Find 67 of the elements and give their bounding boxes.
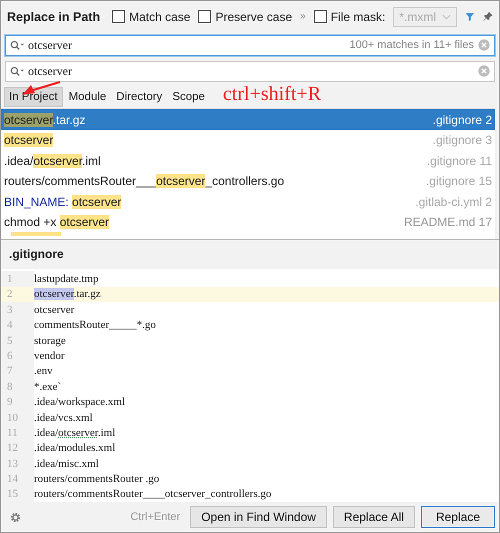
line-number: 3 (1, 302, 34, 318)
code-line: otcserver.tar.gz (34, 288, 101, 300)
search-field[interactable]: otcserver 100+ matches in 11+ files (5, 34, 495, 56)
result-text: chmod +x otcserver (4, 215, 110, 230)
result-row[interactable]: otcserver.tar.gz .gitignore 2 (1, 109, 495, 130)
caret-icon (442, 14, 452, 20)
code-line: vendor (34, 350, 65, 362)
line-number: 15 (1, 486, 34, 502)
code-line: .env (34, 365, 53, 378)
code-line: .idea/modules.xml (34, 442, 116, 454)
result-row[interactable]: BIN_NAME: otcserver .gitlab-ci.yml 2 (1, 191, 495, 212)
result-location: README.md 17 (404, 215, 492, 230)
code-line: *.exe` (34, 380, 62, 393)
code-line: lastupdate.tmp (34, 273, 98, 286)
line-number: 10 (1, 410, 34, 426)
dialog-button[interactable]: Replace All (332, 506, 415, 528)
result-text: otcserver (4, 133, 54, 148)
replace-field[interactable]: otcserver (5, 60, 495, 82)
result-location: .gitignore 2 (432, 112, 492, 127)
code-line: .idea/misc.xml (34, 458, 99, 470)
result-text: .idea/otcserver.iml (4, 154, 101, 168)
code-line: commentsRouter_____*.go (34, 319, 156, 332)
result-text: routers/commentsRouter___otcserver_controllers.go (4, 174, 284, 188)
search-icon[interactable] (10, 40, 24, 51)
scope-tab[interactable]: Directory (112, 88, 166, 106)
dialog-button[interactable]: Open in Find Window (190, 506, 327, 528)
dialog-title: Replace in Path (7, 10, 100, 24)
line-number: 8 (1, 379, 34, 394)
option-checkbox[interactable]: Match case (112, 10, 190, 24)
dialog-button[interactable]: Replace (420, 506, 495, 528)
result-location: .gitignore 3 (432, 133, 492, 148)
code-line: .idea/otcserver.iml (34, 426, 116, 439)
option-checkbox[interactable]: Preserve case (198, 10, 292, 24)
line-number: 9 (1, 394, 34, 410)
line-number: 6 (1, 348, 34, 364)
line-number: 7 (1, 364, 34, 380)
settings-icon[interactable] (9, 510, 22, 524)
line-number: 11 (1, 425, 34, 441)
result-row[interactable]: routers/commentsRouter___otcserver_controllers.go .gitignore 15 (1, 170, 495, 192)
line-number: 13 (1, 456, 34, 472)
code-line: .idea/workspace.xml (34, 396, 126, 408)
line-number: 12 (1, 440, 34, 456)
annotation-text: ctrl+shift+R (222, 84, 322, 104)
result-location: .gitignore 11 (426, 154, 492, 168)
code-line: otcserver (34, 304, 74, 316)
scope-tab[interactable]: Module (64, 88, 110, 106)
result-location: .gitlab-ci.yml 2 (415, 194, 492, 209)
result-text: BIN_NAME: otcserver (4, 194, 122, 209)
result-row[interactable]: otcserver .gitignore 3 (1, 130, 495, 150)
scope-tab[interactable]: Scope (168, 88, 209, 106)
result-location: .gitignore 15 (426, 174, 492, 188)
line-number: 5 (1, 332, 34, 348)
search-icon[interactable] (10, 66, 24, 77)
pin-icon[interactable] (483, 10, 493, 24)
line-number: 4 (1, 318, 34, 333)
code-line: routers/commentsRouter .go (34, 473, 160, 486)
line-number: 14 (1, 471, 34, 487)
shortcut-hint: Ctrl+Enter (130, 511, 180, 524)
match-count: 100+ matches in 11+ files (349, 39, 474, 52)
result-row[interactable]: .idea/otcserver.iml .gitignore 11 (1, 150, 495, 171)
preview-file-name: .gitignore (9, 247, 64, 262)
result-row[interactable]: chmod +x otcserver README.md 17 (1, 212, 495, 232)
code-line: .idea/vcs.xml (34, 412, 93, 424)
line-number: 1 (1, 271, 34, 287)
result-text: otcserver.tar.gz (4, 112, 86, 127)
code-line: storage (34, 334, 66, 347)
code-line: routers/commentsRouter____otcserver_controllers.go (34, 488, 272, 500)
